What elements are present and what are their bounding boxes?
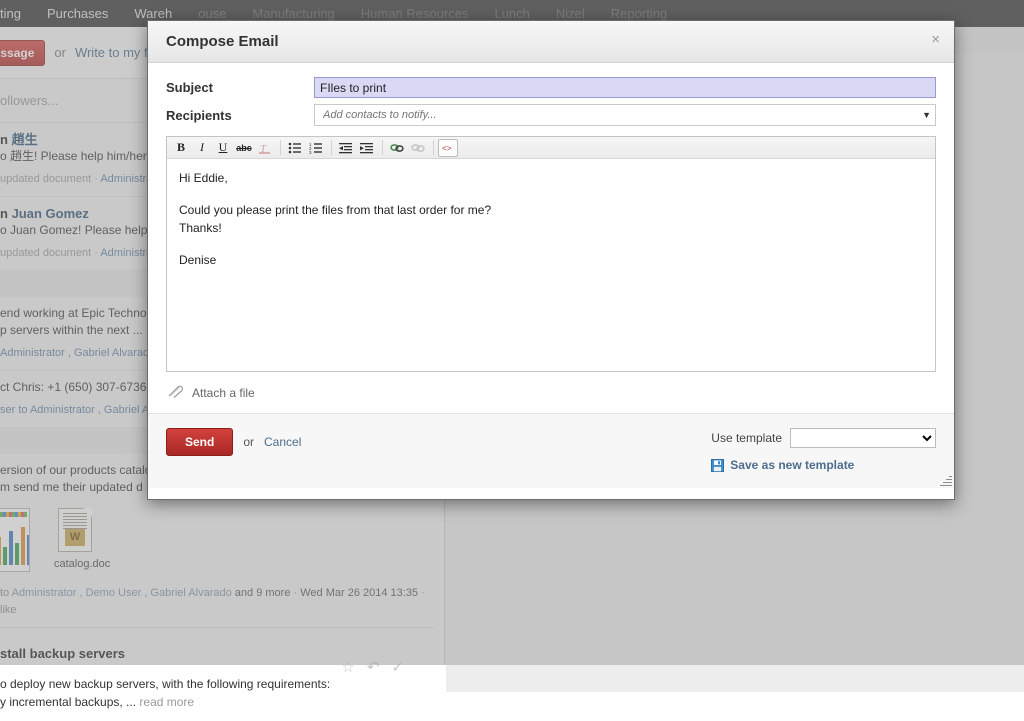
dialog-header: Compose Email ×: [148, 21, 954, 63]
remove-format-icon[interactable]: T: [255, 139, 275, 157]
recipients-field-control: ▼: [314, 104, 936, 126]
use-template-row: Use template: [711, 428, 936, 448]
bulleted-list-icon[interactable]: [285, 139, 305, 157]
svg-text:<>: <>: [442, 145, 452, 154]
post-meta-to: to: [0, 587, 9, 599]
template-controls: Use template Save as new template: [711, 428, 936, 472]
post-like-link[interactable]: like: [0, 604, 17, 616]
star-icon[interactable]: ☆: [341, 658, 354, 676]
word-document-icon: [58, 508, 92, 552]
nav-item-accounting[interactable]: ting: [0, 0, 34, 27]
post-meta: to Administrator , Demo User , Gabriel A…: [0, 579, 434, 628]
read-more-link[interactable]: read more: [139, 695, 194, 709]
list-item: stall backup servers ☆ ↶ ✓ o deploy new …: [0, 636, 444, 721]
close-icon[interactable]: ×: [931, 32, 940, 47]
italic-icon[interactable]: I: [192, 139, 212, 157]
feed-title-name: 趙生: [12, 132, 38, 147]
reply-icon[interactable]: ↶: [367, 658, 380, 676]
cancel-button[interactable]: Cancel: [264, 435, 301, 449]
svg-text:3: 3: [309, 150, 312, 154]
attachment-row: catalog.doc: [0, 496, 434, 579]
feed-meta-separator: ·: [94, 173, 98, 185]
attach-file-row[interactable]: Attach a file: [148, 372, 954, 414]
insert-link-icon[interactable]: [387, 139, 407, 157]
footer-actions: Send or Cancel: [166, 428, 301, 456]
outdent-icon[interactable]: [336, 139, 356, 157]
email-body-signature: Denise: [179, 251, 923, 269]
post-meta-recipients[interactable]: Administrator , Demo User , Gabriel Alva…: [12, 587, 232, 599]
numbered-list-icon[interactable]: 1 2 3: [306, 139, 326, 157]
feed-meta-separator: ·: [94, 247, 98, 259]
strikethrough-icon[interactable]: abc: [234, 139, 254, 157]
feed-meta-action: updated document: [0, 247, 91, 259]
post-meta-more[interactable]: and 9 more: [235, 587, 291, 599]
note-meta-authors[interactable]: ser to Administrator , Gabriel Alva: [0, 404, 163, 416]
send-message-button[interactable]: message: [0, 40, 45, 66]
subject-field-control: [314, 77, 936, 98]
write-to-followers-link[interactable]: Write to my f: [75, 45, 148, 60]
feed-meta-action: updated document: [0, 173, 91, 185]
feed-title-name: Juan Gomez: [12, 206, 89, 221]
toolbar-separator: [433, 140, 434, 155]
source-code-icon[interactable]: <>: [438, 139, 458, 157]
subject-label: Subject: [166, 80, 314, 95]
toolbar-separator: [280, 140, 281, 155]
dialog-footer: Send or Cancel Use template: [148, 414, 954, 488]
post-action-icons: ☆ ↶ ✓: [341, 658, 404, 676]
document-attachment[interactable]: catalog.doc: [54, 508, 96, 573]
email-body-line-1: Could you please print the files from th…: [179, 201, 923, 219]
compose-email-dialog: Compose Email × Subject Recipients ▼ B I: [147, 20, 955, 500]
subject-field-row: Subject: [166, 77, 936, 98]
post-body-line-1: o deploy new backup servers, with the fo…: [0, 675, 434, 693]
bold-icon[interactable]: B: [171, 139, 191, 157]
attachment-file-name: catalog.doc: [54, 556, 96, 573]
chevron-down-icon[interactable]: ▼: [916, 110, 931, 120]
email-body-line-2: Thanks!: [179, 219, 923, 237]
unlink-icon[interactable]: [408, 139, 428, 157]
toolbar-separator: [382, 140, 383, 155]
feed-title-prefix: n: [0, 206, 8, 221]
toolbar-separator: [331, 140, 332, 155]
compose-or-label: or: [54, 45, 66, 60]
footer-or-label: or: [243, 435, 254, 449]
dialog-body: Subject Recipients ▼ B I U abc T: [148, 63, 954, 372]
page-title: Compose Email: [166, 33, 279, 50]
recipients-label: Recipients: [166, 108, 314, 123]
resize-handle[interactable]: [940, 474, 952, 486]
post-body-line-2: y incremental backups, ... read more: [0, 693, 434, 711]
rich-text-editor: B I U abc T 1 2: [166, 136, 936, 372]
feed-title-prefix: n: [0, 132, 8, 147]
save-as-new-template-link[interactable]: Save as new template: [730, 458, 854, 472]
attach-file-label: Attach a file: [192, 386, 255, 400]
email-body-greeting: Hi Eddie,: [179, 169, 923, 187]
send-button[interactable]: Send: [166, 428, 233, 456]
paperclip-icon: [168, 384, 184, 401]
note-meta-authors[interactable]: Administrator , Gabriel Alvarado: [0, 347, 155, 359]
check-icon[interactable]: ✓: [391, 658, 404, 676]
use-template-label: Use template: [711, 431, 782, 445]
nav-item-purchases[interactable]: Purchases: [34, 0, 121, 27]
post-body-line-2-text: y incremental backups, ...: [0, 695, 136, 709]
followers-placeholder-text: ollowers...: [0, 93, 59, 108]
recipients-combobox[interactable]: ▼: [314, 104, 936, 126]
underline-icon[interactable]: U: [213, 139, 233, 157]
subject-input[interactable]: [314, 77, 936, 98]
email-body-editor[interactable]: Hi Eddie, Could you please print the fil…: [167, 159, 935, 371]
recipients-field-row: Recipients ▼: [166, 104, 936, 126]
save-disk-icon: [711, 459, 724, 472]
template-select[interactable]: [790, 428, 936, 448]
post-body: o deploy new backup servers, with the fo…: [0, 675, 434, 711]
chart-thumbnail-icon[interactable]: [0, 508, 30, 572]
save-template-row[interactable]: Save as new template: [711, 458, 936, 472]
editor-toolbar: B I U abc T 1 2: [167, 137, 935, 159]
recipients-input[interactable]: [321, 108, 916, 122]
indent-icon[interactable]: [357, 139, 377, 157]
post-meta-date: Wed Mar 26 2014 13:35: [300, 587, 418, 599]
